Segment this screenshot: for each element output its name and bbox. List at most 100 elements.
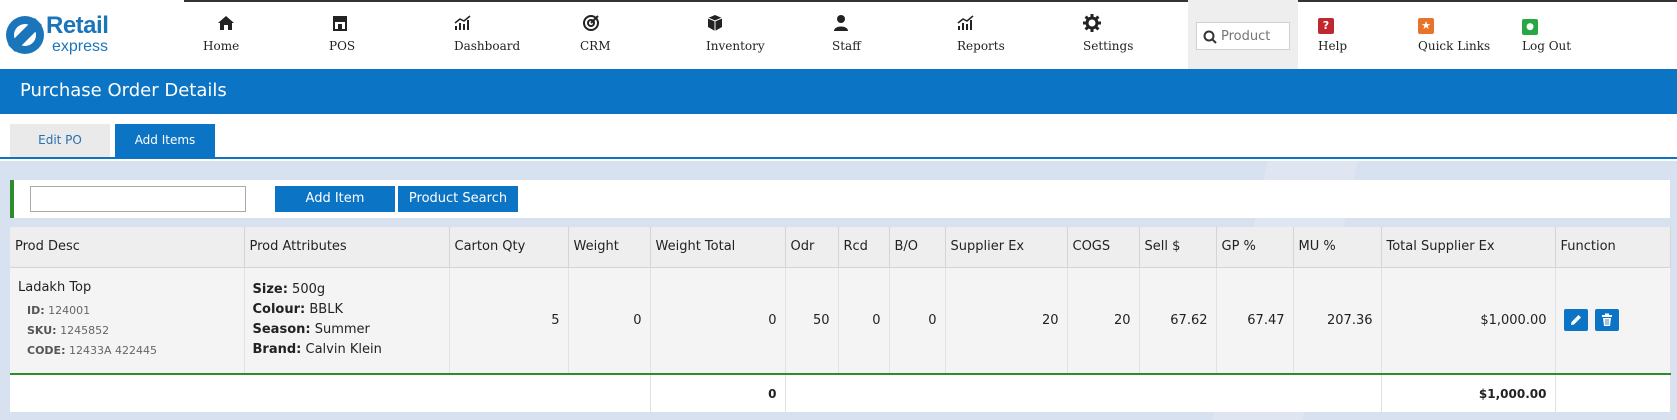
retail-express-logo[interactable]: Retail express [6,14,116,58]
attribute-key: Brand: [252,342,302,358]
odr-cell: 50 [785,267,839,375]
nav-label-settings: Settings [1083,39,1134,53]
tab-edit-po[interactable]: Edit PO [10,124,110,157]
nav-item-home[interactable]: Home [203,14,239,62]
product-code-value: 12433A 422445 [68,343,157,357]
box-icon [706,14,765,34]
nav-item-quick-links[interactable]: ★ Quick Links [1418,14,1490,62]
attribute-season: Season: Summer [253,320,441,340]
add-items-panel: Add Item Product Search Prod Desc Prod A… [0,161,1677,420]
nav-item-staff[interactable]: Staff [832,14,861,62]
star-glyph: ★ [1418,18,1434,34]
nav-item-settings[interactable]: Settings [1083,14,1133,62]
star-icon: ★ [1418,14,1490,34]
nav-item-reports[interactable]: Reports [957,14,1005,62]
weight-total-sum: 0 [650,374,786,412]
col-header-prod-desc[interactable]: Prod Desc [10,227,245,268]
nav-label-dashboard: Dashboard [454,39,521,53]
product-id: ID: 124001 [27,301,236,321]
attribute-value: Summer [314,322,370,338]
edit-row-button[interactable] [1563,309,1588,332]
product-sku: SKU: 1245852 [27,321,236,341]
product-code-label: CODE: [27,343,66,357]
search-icon [1203,29,1217,48]
help-icon: ? [1318,14,1347,34]
attribute-size: Size: 500g [253,280,441,300]
trash-icon [1601,313,1612,327]
function-cell [1555,267,1671,375]
col-header-mu[interactable]: MU % [1293,227,1382,268]
col-header-total-supplier-ex[interactable]: Total Supplier Ex [1381,227,1556,268]
store-icon [331,14,355,34]
nav-label-crm: CRM [580,39,611,53]
tab-add-items[interactable]: Add Items [115,124,215,157]
nav-label-quick-links: Quick Links [1418,39,1491,53]
col-header-gp[interactable]: GP % [1216,227,1294,268]
items-table: Prod Desc Prod Attributes Carton Qty Wei… [10,227,1671,412]
nav-label-staff: Staff [832,39,861,53]
nav-item-pos[interactable]: POS [329,14,355,62]
weight-total-cell: 0 [650,267,786,375]
nav-label-home: Home [203,39,240,53]
rcd-cell: 0 [838,267,890,375]
top-border-line [184,0,1677,2]
product-id-label: ID: [27,303,45,317]
logo-text-retail: Retail [46,12,109,39]
product-code: CODE: 12433A 422445 [27,341,236,361]
product-sku-value: 1245852 [60,323,110,337]
home-icon [217,14,239,34]
item-code-input[interactable] [30,186,246,212]
bar-chart-icon [957,14,1005,34]
delete-row-button[interactable] [1594,309,1619,332]
product-sku-label: SKU: [27,323,57,337]
attribute-value: Calvin Klein [305,342,382,358]
nav-item-crm[interactable]: CRM [580,14,611,62]
col-header-weight[interactable]: Weight [568,227,651,268]
mu-cell: 207.36 [1293,267,1382,375]
nav-label-reports: Reports [957,39,1005,53]
supplier-ex-cell: 20 [945,267,1068,375]
gear-icon [1083,14,1133,34]
logout-user-icon: ● [1522,14,1571,35]
add-item-button[interactable]: Add Item [275,186,395,212]
table-row: Ladakh Top ID: 124001 SKU: 1245852 CODE:… [10,267,1671,375]
col-header-bo[interactable]: B/O [889,227,946,268]
table-totals-row: 0 $1,000.00 [10,374,1671,412]
col-header-odr[interactable]: Odr [785,227,839,268]
weight-cell: 0 [568,267,651,375]
nav-label-log-out: Log Out [1522,39,1572,53]
logo-mark-icon [6,16,44,54]
attribute-key: Colour: [252,302,306,318]
totals-blank-cell [785,374,1382,412]
nav-label-help: Help [1318,39,1348,53]
col-header-carton-qty[interactable]: Carton Qty [449,227,569,268]
product-search-button[interactable]: Product Search [398,186,518,212]
product-name: Ladakh Top [18,279,92,295]
product-search-container [1188,0,1298,69]
attribute-brand: Brand: Calvin Klein [253,340,441,360]
product-search-input[interactable] [1221,26,1287,46]
col-header-supplier-ex[interactable]: Supplier Ex [945,227,1068,268]
logout-glyph: ● [1522,19,1538,35]
sell-cell: 67.62 [1139,267,1217,375]
nav-item-inventory[interactable]: Inventory [706,14,765,62]
col-header-sell[interactable]: Sell $ [1139,227,1217,268]
col-header-rcd[interactable]: Rcd [838,227,890,268]
nav-item-help[interactable]: ? Help [1318,14,1347,62]
col-header-cogs[interactable]: COGS [1067,227,1140,268]
nav-item-log-out[interactable]: ● Log Out [1522,14,1571,62]
attribute-colour: Colour: BBLK [253,300,441,320]
bar-chart-icon [454,14,520,34]
prod-desc-cell: Ladakh Top ID: 124001 SKU: 1245852 CODE:… [10,267,245,375]
bo-cell: 0 [889,267,946,375]
prod-attributes-cell: Size: 500g Colour: BBLK Season: Summer B… [244,267,450,375]
top-navigation-bar: Retail express Home POS Dashboard CRM In… [0,0,1677,69]
nav-item-dashboard[interactable]: Dashboard [454,14,520,62]
totals-blank-cell [10,374,651,412]
col-header-prod-attributes[interactable]: Prod Attributes [244,227,450,268]
user-icon [832,14,861,34]
col-header-weight-total[interactable]: Weight Total [650,227,786,268]
help-glyph: ? [1318,18,1334,34]
page-title-bar: Purchase Order Details [0,69,1677,114]
product-search-field[interactable] [1196,22,1290,50]
